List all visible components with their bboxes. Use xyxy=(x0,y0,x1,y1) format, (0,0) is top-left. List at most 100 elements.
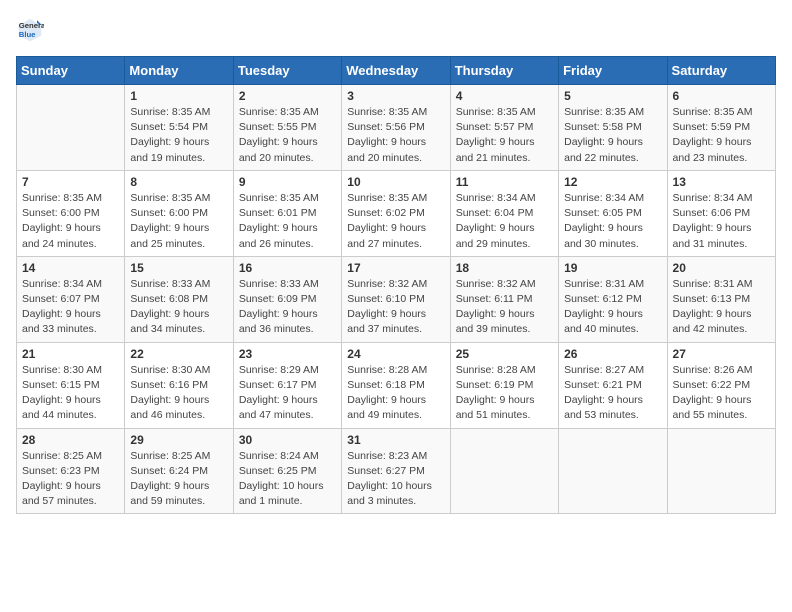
day-info: Sunrise: 8:32 AMSunset: 6:10 PMDaylight:… xyxy=(347,277,444,338)
calendar-cell: 24 Sunrise: 8:28 AMSunset: 6:18 PMDayligh… xyxy=(342,342,450,428)
day-number: 30 xyxy=(239,433,336,447)
day-number: 16 xyxy=(239,261,336,275)
calendar-cell: 1Sunrise: 8:35 AMSunset: 5:54 PMDaylight… xyxy=(125,85,233,171)
calendar-cell: 26 Sunrise: 8:27 AMSunset: 6:21 PMDayligh… xyxy=(559,342,667,428)
day-info: Sunrise: 8:28 AMSunset: 6:18 PMDaylight:… xyxy=(347,363,444,424)
day-number: 24 xyxy=(347,347,444,361)
day-number: 11 xyxy=(456,175,553,189)
calendar-cell: 18 Sunrise: 8:32 AMSunset: 6:11 PMDayligh… xyxy=(450,256,558,342)
day-number: 12 xyxy=(564,175,661,189)
calendar-cell: 5 Sunrise: 8:35 AMSunset: 5:58 PMDaylight… xyxy=(559,85,667,171)
day-info: Sunrise: 8:34 AMSunset: 6:04 PMDaylight:… xyxy=(456,191,553,252)
day-number: 18 xyxy=(456,261,553,275)
day-number: 6 xyxy=(673,89,770,103)
logo-icon: General Blue xyxy=(16,16,44,44)
day-info: Sunrise: 8:25 AMSunset: 6:23 PMDaylight:… xyxy=(22,449,119,510)
calendar-table: SundayMondayTuesdayWednesdayThursdayFrid… xyxy=(16,56,776,514)
day-number: 23 xyxy=(239,347,336,361)
day-number: 14 xyxy=(22,261,119,275)
day-info: Sunrise: 8:35 AMSunset: 5:58 PMDaylight:… xyxy=(564,105,661,166)
weekday-header-thursday: Thursday xyxy=(450,57,558,85)
calendar-cell: 9Sunrise: 8:35 AMSunset: 6:01 PMDaylight… xyxy=(233,170,341,256)
calendar-cell: 22 Sunrise: 8:30 AMSunset: 6:16 PMDayligh… xyxy=(125,342,233,428)
calendar-week-4: 21 Sunrise: 8:30 AMSunset: 6:15 PMDayligh… xyxy=(17,342,776,428)
day-info: Sunrise: 8:24 AMSunset: 6:25 PMDaylight:… xyxy=(239,449,336,510)
logo: General Blue xyxy=(16,16,48,44)
calendar-cell: 27Sunrise: 8:26 AMSunset: 6:22 PMDayligh… xyxy=(667,342,775,428)
day-info: Sunrise: 8:27 AMSunset: 6:21 PMDaylight:… xyxy=(564,363,661,424)
calendar-cell: 6 Sunrise: 8:35 AMSunset: 5:59 PMDaylight… xyxy=(667,85,775,171)
day-info: Sunrise: 8:34 AMSunset: 6:05 PMDaylight:… xyxy=(564,191,661,252)
calendar-cell: 4 Sunrise: 8:35 AMSunset: 5:57 PMDaylight… xyxy=(450,85,558,171)
day-number: 2 xyxy=(239,89,336,103)
weekday-header-saturday: Saturday xyxy=(667,57,775,85)
calendar-cell: 23 Sunrise: 8:29 AMSunset: 6:17 PMDayligh… xyxy=(233,342,341,428)
day-info: Sunrise: 8:28 AMSunset: 6:19 PMDaylight:… xyxy=(456,363,553,424)
day-info: Sunrise: 8:33 AMSunset: 6:09 PMDaylight:… xyxy=(239,277,336,338)
calendar-cell: 13 Sunrise: 8:34 AMSunset: 6:06 PMDayligh… xyxy=(667,170,775,256)
calendar-week-5: 28Sunrise: 8:25 AMSunset: 6:23 PMDayligh… xyxy=(17,428,776,514)
day-number: 21 xyxy=(22,347,119,361)
calendar-cell: 3 Sunrise: 8:35 AMSunset: 5:56 PMDaylight… xyxy=(342,85,450,171)
calendar-cell xyxy=(559,428,667,514)
calendar-cell xyxy=(450,428,558,514)
day-info: Sunrise: 8:31 AMSunset: 6:13 PMDaylight:… xyxy=(673,277,770,338)
page-header: General Blue xyxy=(16,16,776,44)
day-info: Sunrise: 8:34 AMSunset: 6:07 PMDaylight:… xyxy=(22,277,119,338)
calendar-cell: 29Sunrise: 8:25 AMSunset: 6:24 PMDayligh… xyxy=(125,428,233,514)
day-number: 31 xyxy=(347,433,444,447)
day-info: Sunrise: 8:35 AMSunset: 6:00 PMDaylight:… xyxy=(130,191,227,252)
day-info: Sunrise: 8:35 AMSunset: 6:01 PMDaylight:… xyxy=(239,191,336,252)
day-info: Sunrise: 8:34 AMSunset: 6:06 PMDaylight:… xyxy=(673,191,770,252)
day-number: 20 xyxy=(673,261,770,275)
day-number: 17 xyxy=(347,261,444,275)
svg-text:General: General xyxy=(19,21,44,30)
calendar-cell: 15Sunrise: 8:33 AMSunset: 6:08 PMDayligh… xyxy=(125,256,233,342)
calendar-week-2: 7 Sunrise: 8:35 AMSunset: 6:00 PMDaylight… xyxy=(17,170,776,256)
calendar-cell: 17 Sunrise: 8:32 AMSunset: 6:10 PMDayligh… xyxy=(342,256,450,342)
day-number: 5 xyxy=(564,89,661,103)
weekday-header-wednesday: Wednesday xyxy=(342,57,450,85)
calendar-cell: 28Sunrise: 8:25 AMSunset: 6:23 PMDayligh… xyxy=(17,428,125,514)
day-info: Sunrise: 8:29 AMSunset: 6:17 PMDaylight:… xyxy=(239,363,336,424)
day-info: Sunrise: 8:30 AMSunset: 6:16 PMDaylight:… xyxy=(130,363,227,424)
day-number: 7 xyxy=(22,175,119,189)
day-info: Sunrise: 8:35 AMSunset: 6:02 PMDaylight:… xyxy=(347,191,444,252)
day-info: Sunrise: 8:30 AMSunset: 6:15 PMDaylight:… xyxy=(22,363,119,424)
weekday-header-tuesday: Tuesday xyxy=(233,57,341,85)
day-info: Sunrise: 8:35 AMSunset: 5:57 PMDaylight:… xyxy=(456,105,553,166)
day-number: 29 xyxy=(130,433,227,447)
day-number: 26 xyxy=(564,347,661,361)
day-number: 22 xyxy=(130,347,227,361)
day-info: Sunrise: 8:35 AMSunset: 5:59 PMDaylight:… xyxy=(673,105,770,166)
calendar-cell: 2 Sunrise: 8:35 AMSunset: 5:55 PMDaylight… xyxy=(233,85,341,171)
calendar-cell: 25Sunrise: 8:28 AMSunset: 6:19 PMDayligh… xyxy=(450,342,558,428)
calendar-cell: 21 Sunrise: 8:30 AMSunset: 6:15 PMDayligh… xyxy=(17,342,125,428)
day-number: 27 xyxy=(673,347,770,361)
day-number: 4 xyxy=(456,89,553,103)
day-number: 19 xyxy=(564,261,661,275)
day-number: 10 xyxy=(347,175,444,189)
day-number: 3 xyxy=(347,89,444,103)
weekday-header-friday: Friday xyxy=(559,57,667,85)
calendar-cell: 7 Sunrise: 8:35 AMSunset: 6:00 PMDaylight… xyxy=(17,170,125,256)
day-info: Sunrise: 8:31 AMSunset: 6:12 PMDaylight:… xyxy=(564,277,661,338)
day-info: Sunrise: 8:35 AMSunset: 5:56 PMDaylight:… xyxy=(347,105,444,166)
weekday-header-monday: Monday xyxy=(125,57,233,85)
calendar-cell: 12 Sunrise: 8:34 AMSunset: 6:05 PMDayligh… xyxy=(559,170,667,256)
calendar-cell: 30 Sunrise: 8:24 AMSunset: 6:25 PMDayligh… xyxy=(233,428,341,514)
calendar-cell xyxy=(667,428,775,514)
calendar-week-3: 14 Sunrise: 8:34 AMSunset: 6:07 PMDayligh… xyxy=(17,256,776,342)
day-number: 13 xyxy=(673,175,770,189)
calendar-header: SundayMondayTuesdayWednesdayThursdayFrid… xyxy=(17,57,776,85)
day-info: Sunrise: 8:35 AMSunset: 5:54 PMDaylight:… xyxy=(130,105,227,166)
calendar-cell: 20 Sunrise: 8:31 AMSunset: 6:13 PMDayligh… xyxy=(667,256,775,342)
day-info: Sunrise: 8:35 AMSunset: 5:55 PMDaylight:… xyxy=(239,105,336,166)
day-info: Sunrise: 8:35 AMSunset: 6:00 PMDaylight:… xyxy=(22,191,119,252)
calendar-cell: 19 Sunrise: 8:31 AMSunset: 6:12 PMDayligh… xyxy=(559,256,667,342)
calendar-cell: 10 Sunrise: 8:35 AMSunset: 6:02 PMDayligh… xyxy=(342,170,450,256)
day-number: 8 xyxy=(130,175,227,189)
day-info: Sunrise: 8:32 AMSunset: 6:11 PMDaylight:… xyxy=(456,277,553,338)
calendar-cell: 8 Sunrise: 8:35 AMSunset: 6:00 PMDaylight… xyxy=(125,170,233,256)
calendar-cell xyxy=(17,85,125,171)
